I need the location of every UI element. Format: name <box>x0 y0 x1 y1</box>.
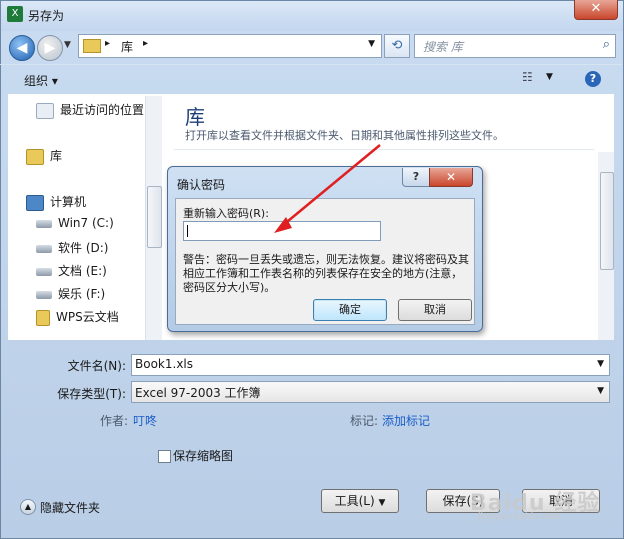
annotation-arrow <box>274 144 381 233</box>
arrow-shaft <box>281 144 381 227</box>
